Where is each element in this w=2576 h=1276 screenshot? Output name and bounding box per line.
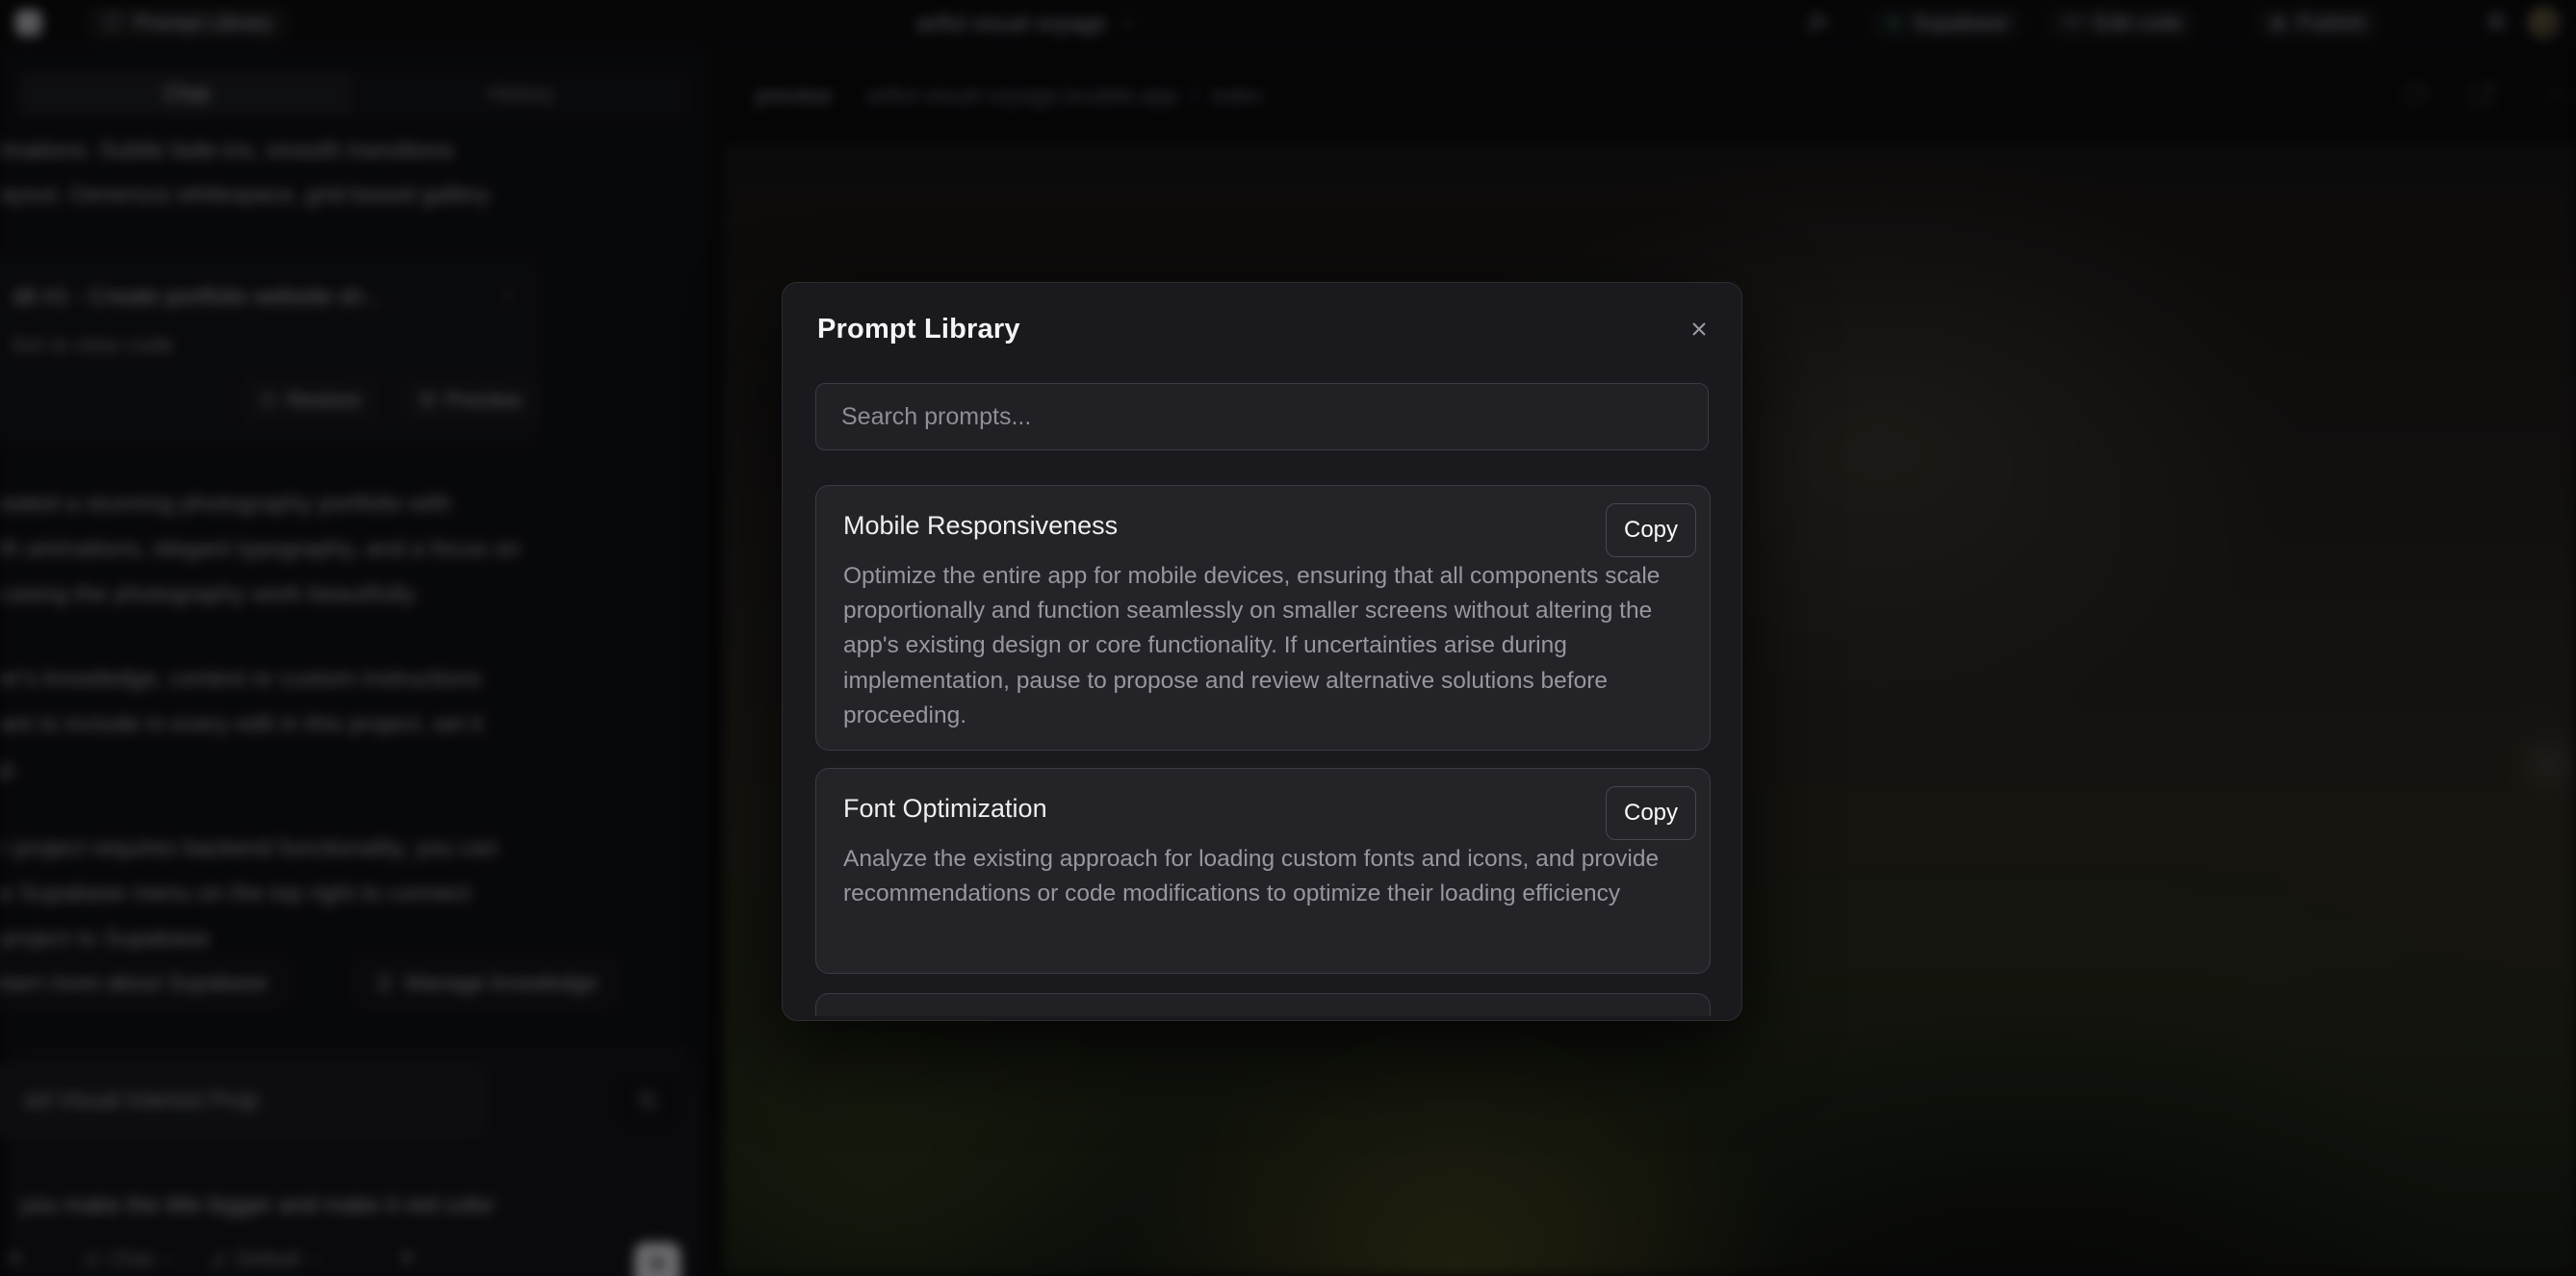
prompt-card: Font Optimization Copy Analyze the exist… xyxy=(815,768,1711,974)
prompt-card-peek[interactable] xyxy=(815,993,1711,1016)
prompt-card: Mobile Responsiveness Copy Optimize the … xyxy=(815,485,1711,751)
close-icon[interactable] xyxy=(1686,316,1713,343)
search-box xyxy=(815,383,1709,450)
prompt-card-body: Analyze the existing approach for loadin… xyxy=(843,842,1659,911)
search-input[interactable] xyxy=(816,384,1708,449)
prompt-card-title: Font Optimization xyxy=(843,794,1047,824)
copy-button[interactable]: Copy xyxy=(1606,503,1696,557)
modal-title: Prompt Library xyxy=(817,314,1020,345)
copy-button[interactable]: Copy xyxy=(1606,786,1696,840)
prompt-card-body: Optimize the entire app for mobile devic… xyxy=(843,559,1660,733)
prompt-card-title: Mobile Responsiveness xyxy=(843,511,1118,541)
prompt-library-modal: Prompt Library Mobile Responsiveness Cop… xyxy=(782,282,1742,1021)
app-window: Prompt Library artful visual voyage Supa… xyxy=(0,0,2576,1276)
